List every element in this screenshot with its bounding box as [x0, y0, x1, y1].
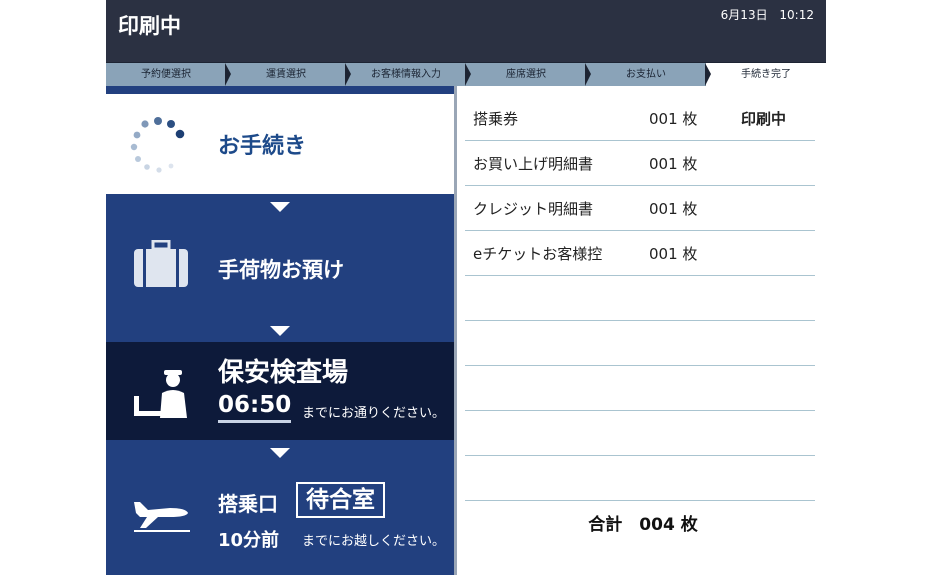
table-row: クレジット明細書 001 枚: [465, 186, 815, 231]
item-quantity: 001 枚: [649, 200, 698, 218]
stage-procedure: お手続き: [106, 94, 454, 194]
security-deadline-time: 06:50: [218, 392, 292, 423]
airplane-icon: [134, 502, 190, 532]
security-label: 保安検査場: [218, 358, 349, 388]
security-deadline-note: までにお通りください。: [302, 406, 446, 421]
progress-steps: 予約便選択 運賃選択 お客様情報入力 座席選択 お支払い 手続き完了: [106, 62, 826, 87]
item-status: 印刷中: [741, 110, 787, 128]
step-customer-info: お客様情報入力: [346, 63, 471, 86]
gate-note: までにお越しください。: [302, 534, 446, 549]
table-row: [465, 366, 815, 411]
item-name: お買い上げ明細書: [473, 155, 594, 173]
loading-spinner-icon: [130, 117, 185, 173]
suitcase-icon: [134, 240, 188, 287]
table-row: [465, 276, 815, 321]
waiting-room-badge: 待合室: [296, 482, 385, 518]
gate-label: 搭乗口: [218, 492, 278, 516]
current-date: 6月13日: [720, 8, 768, 22]
step-payment: お支払い: [586, 63, 711, 86]
stage-security: 保安検査場 06:50 までにお通りください。: [106, 342, 454, 440]
item-name: 搭乗券: [473, 110, 519, 128]
security-officer-icon: [134, 370, 187, 418]
print-items-table: 搭乗券 001 枚 印刷中 お買い上げ明細書 001 枚 クレジット明細書 00…: [465, 96, 815, 501]
table-row: eチケットお客様控 001 枚: [465, 231, 815, 276]
item-quantity: 001 枚: [649, 110, 698, 128]
item-quantity: 001 枚: [649, 245, 698, 263]
table-row: お買い上げ明細書 001 枚: [465, 141, 815, 186]
flow-arrow: [270, 326, 290, 336]
flow-arrow: [270, 202, 290, 212]
table-row: 搭乗券 001 枚 印刷中: [465, 96, 815, 141]
item-name: eチケットお客様控: [473, 245, 603, 263]
date-time: 6月13日 10:12: [713, 6, 814, 23]
table-row: [465, 411, 815, 456]
step-complete: 手続き完了: [706, 63, 826, 86]
page-title: 印刷中: [118, 14, 181, 38]
total-count: 合計 004 枚: [588, 515, 698, 535]
kiosk-screen: 印刷中 6月13日 10:12 予約便選択 運賃選択 お客様情報入力 座席選択 …: [106, 0, 829, 575]
procedure-label: お手続き: [218, 134, 307, 159]
item-name: クレジット明細書: [473, 200, 594, 218]
print-status-panel: 搭乗券 001 枚 印刷中 お買い上げ明細書 001 枚 クレジット明細書 00…: [454, 86, 829, 575]
step-fare-select: 運賃選択: [226, 63, 351, 86]
baggage-label: 手荷物お預け: [218, 258, 344, 282]
header-bar: 印刷中 6月13日 10:12: [106, 0, 826, 62]
item-quantity: 001 枚: [649, 155, 698, 173]
table-row: [465, 456, 815, 501]
current-time: 10:12: [779, 8, 814, 22]
step-seat-select: 座席選択: [466, 63, 591, 86]
step-flight-select: 予約便選択: [106, 63, 231, 86]
stage-gate: 搭乗口 待合室 10分前 までにお越しください。: [106, 464, 454, 575]
gate-minutes: 10分前: [218, 530, 280, 551]
flow-arrow: [270, 448, 290, 458]
table-row: [465, 321, 815, 366]
stage-baggage: 手荷物お預け: [106, 216, 454, 314]
boarding-flow-panel: お手続き 手荷物お預け 保安検査場 06:50 までにお通りください。 搭乗口 …: [106, 86, 454, 575]
